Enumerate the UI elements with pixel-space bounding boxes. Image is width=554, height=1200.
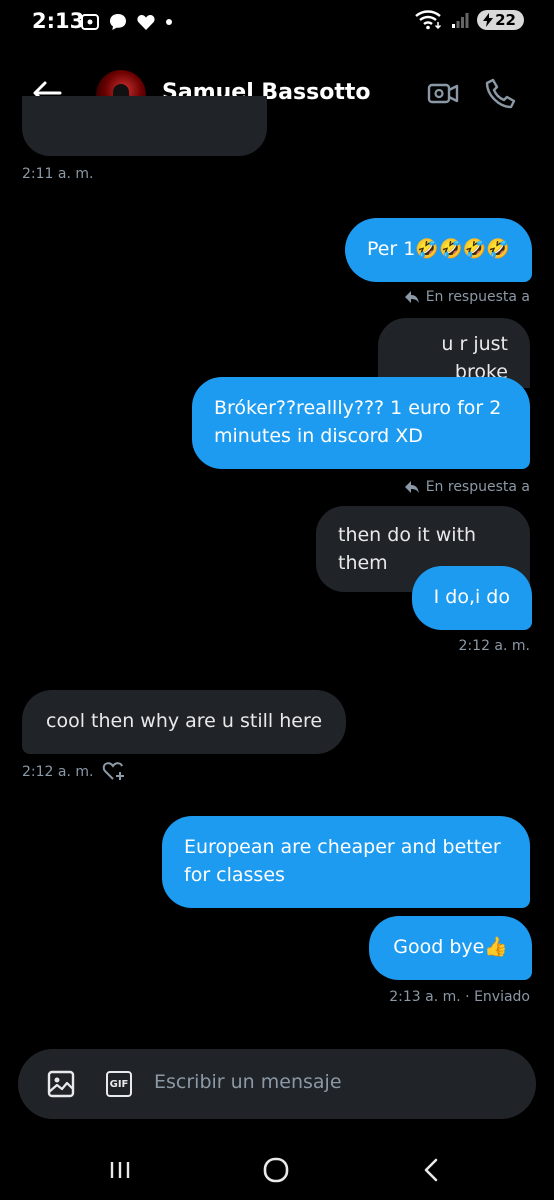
battery-indicator: 22 — [477, 10, 524, 30]
message-timestamp: 2:12 a. m. — [22, 764, 94, 780]
notification-icons — [80, 12, 174, 32]
system-icons: 22 — [415, 10, 524, 30]
more-notifications-icon — [166, 19, 172, 25]
status-bar: 2:13 22 — [0, 0, 554, 44]
signal-icon — [452, 13, 469, 28]
message-input[interactable]: Escribir un mensaje — [154, 1071, 342, 1093]
chat-bubble-icon — [110, 14, 126, 30]
charging-icon — [483, 13, 494, 27]
reply-indicator: En respuesta a — [404, 479, 530, 495]
recent-apps-icon[interactable] — [100, 1150, 140, 1190]
sent-message[interactable]: Good bye👍 — [369, 916, 532, 980]
voice-icon[interactable] — [484, 1069, 514, 1099]
gif-icon[interactable]: GIF — [106, 1071, 132, 1097]
heart-icon — [137, 14, 155, 30]
message-status: 2:13 a. m. · Enviado — [389, 989, 530, 1005]
message-timestamp: 2:11 a. m. — [22, 166, 94, 182]
sent-message[interactable]: Bróker??reallly??? 1 euro for 2 minutes … — [192, 377, 530, 469]
reply-icon — [404, 291, 419, 303]
message-list[interactable]: 2:11 a. m. Per 1🤣🤣🤣🤣 En respuesta a u r … — [0, 96, 554, 1041]
image-icon[interactable] — [46, 1069, 76, 1099]
battery-level: 22 — [495, 11, 516, 29]
home-icon[interactable] — [256, 1150, 296, 1190]
received-message[interactable]: cool then why are u still here — [22, 690, 347, 754]
wifi-icon — [415, 10, 442, 30]
like-add-icon[interactable] — [102, 760, 126, 782]
system-navigation-bar — [0, 1140, 554, 1200]
sent-message[interactable]: European are cheaper and better for clas… — [162, 816, 530, 908]
reply-icon — [404, 481, 419, 493]
status-time: 2:13 — [32, 9, 85, 33]
screenshot-icon — [81, 14, 99, 30]
gif-label: GIF — [109, 1078, 129, 1090]
reply-indicator: En respuesta a — [404, 289, 530, 305]
nav-back-icon[interactable] — [412, 1150, 452, 1190]
message-bubble-partial[interactable] — [22, 96, 267, 156]
reply-indicator-label: En respuesta a — [425, 289, 530, 305]
sent-message[interactable]: I do,i do — [411, 566, 532, 630]
reply-indicator-label: En respuesta a — [425, 479, 530, 495]
message-timestamp: 2:12 a. m. — [458, 638, 530, 654]
phone-icon[interactable] — [484, 76, 518, 110]
video-call-icon[interactable] — [426, 76, 460, 110]
message-composer: GIF Escribir un mensaje — [18, 1049, 536, 1119]
sent-message[interactable]: Per 1🤣🤣🤣🤣 — [344, 218, 532, 282]
